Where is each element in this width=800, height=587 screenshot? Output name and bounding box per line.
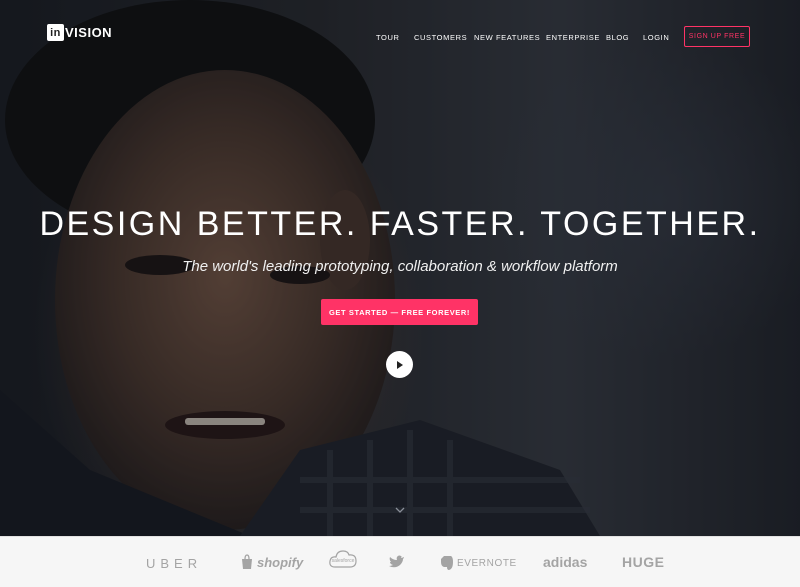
- main-nav: TOUR CUSTOMERS NEW FEATURES ENTERPRISE B…: [0, 26, 800, 48]
- play-video-button[interactable]: [386, 351, 413, 378]
- huge-logo: HUGE: [622, 554, 665, 570]
- uber-logo: UBER: [146, 556, 203, 571]
- hero-headline: DESIGN BETTER. FASTER. TOGETHER.: [39, 205, 761, 243]
- shopping-bag-icon: [242, 554, 252, 569]
- nav-new-features[interactable]: NEW FEATURES: [474, 33, 540, 42]
- salesforce-wordmark: salesforce: [332, 558, 355, 564]
- evernote-logo: EVERNOTE: [440, 554, 517, 572]
- client-logos-strip: UBER shopify salesforce EVERNOTE adidas …: [0, 536, 800, 587]
- evernote-wordmark: EVERNOTE: [457, 557, 517, 569]
- get-started-button[interactable]: GET STARTED — FREE FOREVER!: [321, 299, 478, 325]
- shopify-wordmark: shopify: [257, 554, 304, 570]
- hero-subhead: The world's leading prototyping, collabo…: [182, 258, 618, 275]
- nav-enterprise[interactable]: ENTERPRISE: [546, 33, 600, 42]
- nav-customers[interactable]: CUSTOMERS: [414, 33, 467, 42]
- chevron-down-icon[interactable]: [394, 506, 406, 514]
- cloud-icon: salesforce: [329, 550, 357, 568]
- adidas-logo: adidas: [543, 554, 588, 570]
- elephant-icon: [441, 556, 453, 570]
- hero-section: in VISION TOUR CUSTOMERS NEW FEATURES EN…: [0, 0, 800, 536]
- nav-login[interactable]: LOGIN: [643, 33, 669, 42]
- bird-icon: [389, 555, 404, 568]
- nav-tour[interactable]: TOUR: [376, 33, 400, 42]
- nav-blog[interactable]: BLOG: [606, 33, 629, 42]
- shopify-logo: shopify: [240, 554, 303, 570]
- salesforce-logo: salesforce: [328, 547, 358, 576]
- play-icon: [397, 360, 403, 369]
- sign-up-button[interactable]: SIGN UP FREE: [684, 26, 750, 47]
